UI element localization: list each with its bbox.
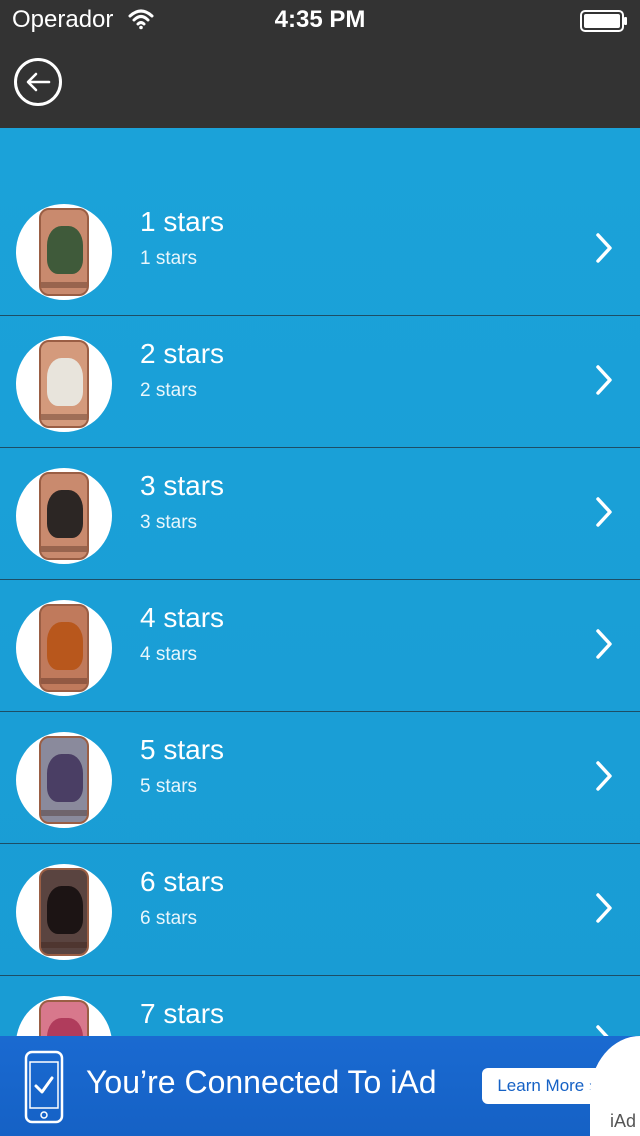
- clock: 4:35 PM: [274, 6, 366, 33]
- star-list-container[interactable]: 1 stars 1 stars 2 stars 2 stars 3 stars 3 sta…: [0, 128, 640, 1036]
- chevron-right-icon: [596, 365, 612, 395]
- list-item[interactable]: 7 stars7 stars: [0, 976, 640, 1036]
- list-item[interactable]: 1 stars 1 stars: [0, 184, 640, 316]
- iad-banner[interactable]: You’re Connected To iAd Learn More › iAd: [0, 1036, 640, 1136]
- card-figure: [47, 490, 83, 538]
- chevron-right-icon: [596, 1025, 609, 1036]
- card-figure: [47, 226, 83, 274]
- ad-headline: You’re Connected To iAd: [86, 1064, 437, 1100]
- list-item-title: 2 stars: [140, 338, 225, 369]
- card-caption: [41, 414, 87, 420]
- card-caption: [41, 810, 87, 816]
- navigation-bar: [0, 40, 640, 128]
- list-item-title: 3 stars: [140, 470, 225, 501]
- list-item-subtitle: 3 stars: [140, 512, 198, 533]
- back-button[interactable]: [14, 58, 62, 106]
- list-item[interactable]: 3 stars 3 stars: [0, 448, 640, 580]
- chevron-right-icon: [596, 629, 612, 659]
- chevron-right-icon: [596, 233, 612, 263]
- card-figure: [47, 622, 83, 670]
- card-caption: [41, 546, 87, 552]
- chevron-right-icon: [596, 893, 612, 923]
- list-item-subtitle: 6 stars: [140, 908, 198, 929]
- list-item[interactable]: 4 stars 4 stars: [0, 580, 640, 712]
- battery-icon: [580, 10, 627, 32]
- list-item-subtitle: 4 stars: [140, 644, 198, 665]
- list-item[interactable]: 5 stars 5 stars: [0, 712, 640, 844]
- chevron-right-icon: [596, 761, 612, 791]
- card-figure: [47, 886, 83, 934]
- chevron-right-icon: [596, 497, 612, 527]
- card-thumbnail: [39, 340, 89, 428]
- arrow-left-circle-icon: [26, 72, 51, 92]
- list-item-title: 7 stars: [140, 998, 225, 1029]
- card-caption: [41, 942, 87, 948]
- card-thumbnail: [39, 868, 89, 956]
- list-item-subtitle: 2 stars: [140, 380, 198, 401]
- card-caption: [41, 678, 87, 684]
- card-figure: [47, 754, 83, 802]
- list-item-title: 1 stars: [140, 206, 225, 237]
- card-figure: [47, 358, 83, 406]
- card-thumbnail: [39, 604, 89, 692]
- card-thumbnail: [39, 736, 89, 824]
- cockatrice-card-icon: [16, 336, 112, 432]
- iad-label: iAd: [609, 1111, 636, 1131]
- list-item[interactable]: 2 stars 2 stars: [0, 316, 640, 448]
- list-item-title: 6 stars: [140, 866, 225, 897]
- goblin-card-icon: [16, 204, 112, 300]
- warrior-card-icon: [16, 600, 112, 696]
- list-item-subtitle: 1 stars: [140, 248, 198, 269]
- list-item-subtitle: 5 stars: [140, 776, 198, 797]
- star-list: 1 stars 1 stars 2 stars 2 stars 3 stars 3 sta…: [0, 184, 640, 1036]
- card-thumbnail: [39, 472, 89, 560]
- phone-check-icon: [24, 1050, 64, 1124]
- list-item-title: 5 stars: [140, 734, 225, 765]
- card-thumbnail: [39, 1000, 89, 1036]
- card-caption: [41, 282, 87, 288]
- dark-mage-card-icon: [16, 732, 112, 828]
- list-item[interactable]: 6 stars 6 stars: [0, 844, 640, 976]
- fairy-card-icon: [16, 996, 112, 1036]
- card-thumbnail: [39, 208, 89, 296]
- bicorn-card-icon: [16, 468, 112, 564]
- status-bar: Operador 4:35 PM: [0, 0, 640, 40]
- demon-card-icon: [16, 864, 112, 960]
- list-item-title: 4 stars: [140, 602, 225, 633]
- card-figure: [47, 1018, 83, 1036]
